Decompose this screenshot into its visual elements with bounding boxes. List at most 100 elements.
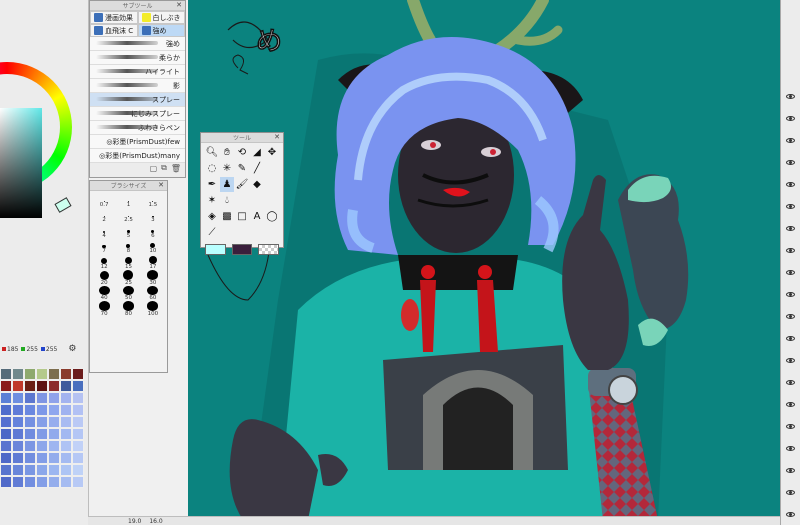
- layer-visibility-eye-icon[interactable]: [786, 138, 795, 143]
- palette-swatch[interactable]: [48, 416, 60, 428]
- palette-swatch[interactable]: [0, 392, 12, 404]
- palette-swatch[interactable]: [48, 476, 60, 488]
- blank9-icon[interactable]: [265, 225, 279, 240]
- palette-swatch[interactable]: [60, 476, 72, 488]
- rotate-icon[interactable]: ⟲: [235, 145, 249, 160]
- palette-swatch[interactable]: [36, 464, 48, 476]
- palette-swatch[interactable]: [72, 452, 84, 464]
- palette-swatch[interactable]: [72, 464, 84, 476]
- layer-visibility-eye-icon[interactable]: [786, 512, 795, 517]
- layer-visibility-eye-icon[interactable]: [786, 248, 795, 253]
- balloon-icon[interactable]: ◯: [265, 209, 279, 224]
- palette-swatch[interactable]: [24, 416, 36, 428]
- palette-swatch[interactable]: [12, 452, 24, 464]
- palette-swatch[interactable]: [72, 392, 84, 404]
- palette-swatch[interactable]: [48, 428, 60, 440]
- palette-swatch[interactable]: [36, 392, 48, 404]
- new-brush-icon[interactable]: ▢: [150, 164, 158, 173]
- palette-swatch[interactable]: [0, 368, 12, 380]
- brush-size-option[interactable]: 8: [116, 239, 140, 254]
- layer-visibility-eye-icon[interactable]: [786, 270, 795, 275]
- palette-swatch[interactable]: [12, 392, 24, 404]
- brush-size-option[interactable]: 60: [141, 285, 165, 301]
- brush-item[interactable]: ◎彩墨(PrismDust)few: [90, 135, 185, 149]
- palette-swatch[interactable]: [0, 428, 12, 440]
- drawing-canvas[interactable]: め: [188, 0, 780, 520]
- palette-swatch[interactable]: [0, 476, 12, 488]
- brush-size-option[interactable]: 12: [92, 254, 116, 270]
- layer-visibility-eye-icon[interactable]: [786, 226, 795, 231]
- eyedropper-icon[interactable]: ✎: [235, 161, 249, 176]
- brush-size-option[interactable]: 1: [116, 192, 140, 208]
- palette-swatch[interactable]: [0, 416, 12, 428]
- palette-swatch[interactable]: [60, 440, 72, 452]
- brush-item[interactable]: ◎彩墨(PrismDust)many: [90, 149, 185, 163]
- layer-visibility-eye-icon[interactable]: [786, 490, 795, 495]
- brush-size-option[interactable]: 17: [141, 254, 165, 270]
- main-color-swatch[interactable]: [205, 244, 226, 255]
- close-icon[interactable]: ✕: [158, 181, 164, 189]
- lasso-icon[interactable]: ◌: [205, 161, 219, 176]
- palette-swatch[interactable]: [24, 440, 36, 452]
- brush-size-title-bar[interactable]: ブラシサイズ ✕: [90, 181, 167, 191]
- blank-icon[interactable]: [265, 161, 279, 176]
- palette-swatch[interactable]: [36, 404, 48, 416]
- brush-item[interactable]: にじみスプレー: [90, 107, 185, 121]
- palette-swatch[interactable]: [48, 404, 60, 416]
- saturation-value-square[interactable]: [0, 108, 42, 218]
- palette-swatch[interactable]: [24, 392, 36, 404]
- palette-swatch[interactable]: [48, 380, 60, 392]
- hand-icon[interactable]: ✋︎: [220, 145, 234, 160]
- blend-icon[interactable]: ✶: [205, 193, 219, 208]
- bucket-icon[interactable]: ◈: [205, 209, 219, 224]
- layer-visibility-eye-icon[interactable]: [786, 468, 795, 473]
- layer-visibility-eye-icon[interactable]: [786, 292, 795, 297]
- palette-swatch[interactable]: [24, 404, 36, 416]
- brush-item[interactable]: ハイライト: [90, 65, 185, 79]
- airbrush-icon[interactable]: ♟: [220, 177, 234, 192]
- settings-icon[interactable]: ⚙: [68, 344, 76, 354]
- magic-wand-icon[interactable]: ✳: [220, 161, 234, 176]
- brush-size-option[interactable]: 3: [141, 208, 165, 223]
- brush-item[interactable]: 強め: [90, 37, 185, 51]
- sub-color-swatch[interactable]: [231, 244, 253, 255]
- palette-swatch[interactable]: [60, 380, 72, 392]
- subtool-tab[interactable]: 漫画効果: [90, 11, 138, 24]
- brush-size-option[interactable]: 2.5: [116, 208, 140, 223]
- palette-swatch[interactable]: [24, 368, 36, 380]
- palette-swatch[interactable]: [60, 404, 72, 416]
- close-icon[interactable]: ✕: [274, 133, 280, 141]
- palette-swatch[interactable]: [12, 428, 24, 440]
- duplicate-brush-icon[interactable]: ⧉: [161, 163, 167, 173]
- subtool-tab[interactable]: 血飛沫 C: [90, 24, 138, 37]
- palette-swatch[interactable]: [12, 404, 24, 416]
- palette-swatch[interactable]: [72, 440, 84, 452]
- palette-swatch[interactable]: [0, 464, 12, 476]
- palette-swatch[interactable]: [36, 452, 48, 464]
- layer-visibility-eye-icon[interactable]: [786, 358, 795, 363]
- palette-swatch[interactable]: [60, 416, 72, 428]
- brush-size-option[interactable]: 40: [92, 285, 116, 301]
- close-icon[interactable]: ✕: [176, 1, 182, 9]
- blank5-icon[interactable]: [265, 193, 279, 208]
- layer-visibility-eye-icon[interactable]: [786, 380, 795, 385]
- palette-swatch[interactable]: [24, 428, 36, 440]
- palette-swatch[interactable]: [24, 476, 36, 488]
- brush-size-option[interactable]: 100: [141, 301, 165, 317]
- palette-swatch[interactable]: [72, 404, 84, 416]
- layer-visibility-eye-icon[interactable]: [786, 204, 795, 209]
- palette-swatch[interactable]: [24, 464, 36, 476]
- layer-visibility-eye-icon[interactable]: [786, 402, 795, 407]
- palette-swatch[interactable]: [12, 368, 24, 380]
- gradient-icon[interactable]: ▩: [220, 209, 234, 224]
- transparent-color-swatch[interactable]: [258, 244, 280, 255]
- brush-size-option[interactable]: 5: [116, 223, 140, 239]
- palette-swatch[interactable]: [12, 476, 24, 488]
- palette-swatch[interactable]: [12, 380, 24, 392]
- brush-size-option[interactable]: 70: [92, 301, 116, 317]
- brush-size-option[interactable]: 50: [116, 285, 140, 301]
- eyedropper2-icon[interactable]: ╱: [250, 161, 264, 176]
- brush-size-option[interactable]: 6: [141, 223, 165, 239]
- palette-swatch[interactable]: [48, 464, 60, 476]
- palette-swatch[interactable]: [36, 416, 48, 428]
